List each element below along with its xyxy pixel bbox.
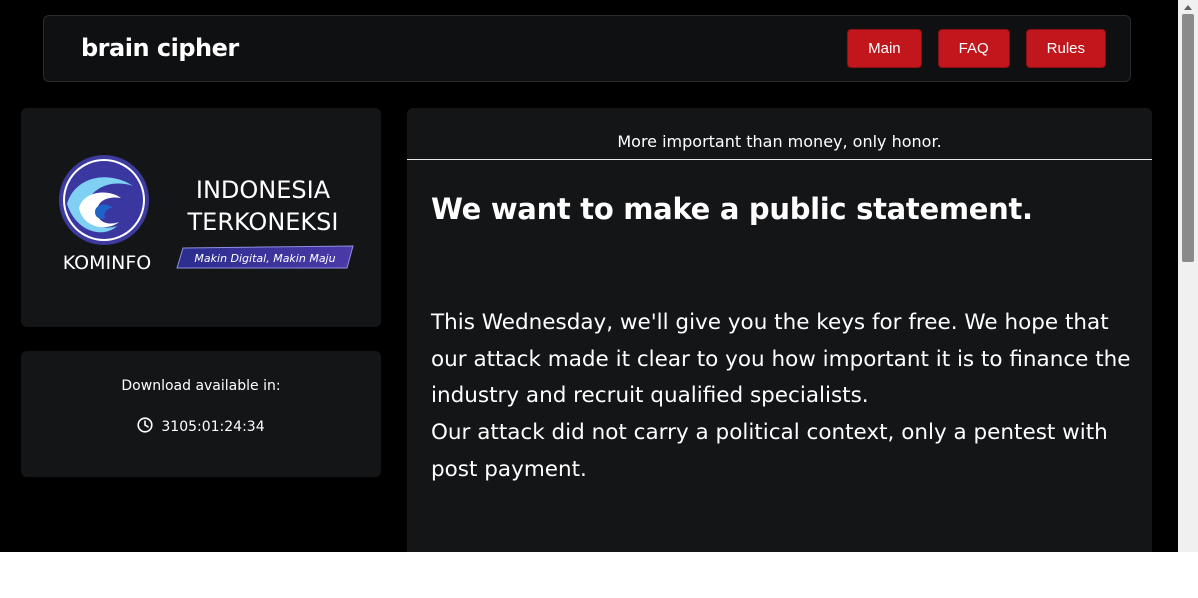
nav-bar: Main FAQ Rules: [847, 29, 1106, 68]
countdown-value: 3105:01:24:34: [161, 419, 265, 435]
scrollbar-thumb[interactable]: [1182, 14, 1194, 262]
vertical-scrollbar[interactable]: [1178, 0, 1198, 552]
logo-line2: TERKONEKSI: [187, 208, 339, 236]
top-header: brain cipher Main FAQ Rules: [43, 15, 1131, 82]
divider: [407, 159, 1152, 160]
clock-icon: [137, 417, 153, 437]
kominfo-logo: KOMINFO INDONESIA TERKONEKSI Makin Digit…: [59, 155, 354, 274]
nav-faq-button[interactable]: FAQ: [937, 29, 1010, 68]
tagline: More important than money, only honor.: [617, 132, 942, 151]
timer-title: Download available in:: [121, 378, 281, 394]
scroll-up-arrow-icon[interactable]: [1184, 5, 1192, 10]
victim-logo-card: KOMINFO INDONESIA TERKONEKSI Makin Digit…: [21, 108, 381, 327]
kominfo-emblem: [59, 155, 149, 245]
page-viewport: brain cipher Main FAQ Rules KOMINFO INDO…: [0, 0, 1178, 552]
statement-paragraph: This Wednesday, we'll give you the keys …: [431, 310, 1131, 409]
statement-card: More important than money, only honor. W…: [407, 108, 1152, 552]
download-timer-card: Download available in: 3105:01:24:34: [21, 351, 381, 477]
statement-body: This Wednesday, we'll give you the keys …: [431, 305, 1131, 489]
nav-main-button[interactable]: Main: [847, 29, 922, 68]
logo-line1: INDONESIA: [196, 176, 331, 204]
statement-heading: We want to make a public statement.: [431, 192, 1033, 226]
logo-org-text: KOMINFO: [63, 252, 151, 274]
timer-row: 3105:01:24:34: [21, 417, 381, 437]
nav-rules-button[interactable]: Rules: [1025, 29, 1106, 68]
logo-slogan: Makin Digital, Makin Maju: [194, 252, 335, 265]
statement-paragraph: Our attack did not carry a political con…: [431, 420, 1108, 482]
brand-title[interactable]: brain cipher: [81, 34, 239, 62]
